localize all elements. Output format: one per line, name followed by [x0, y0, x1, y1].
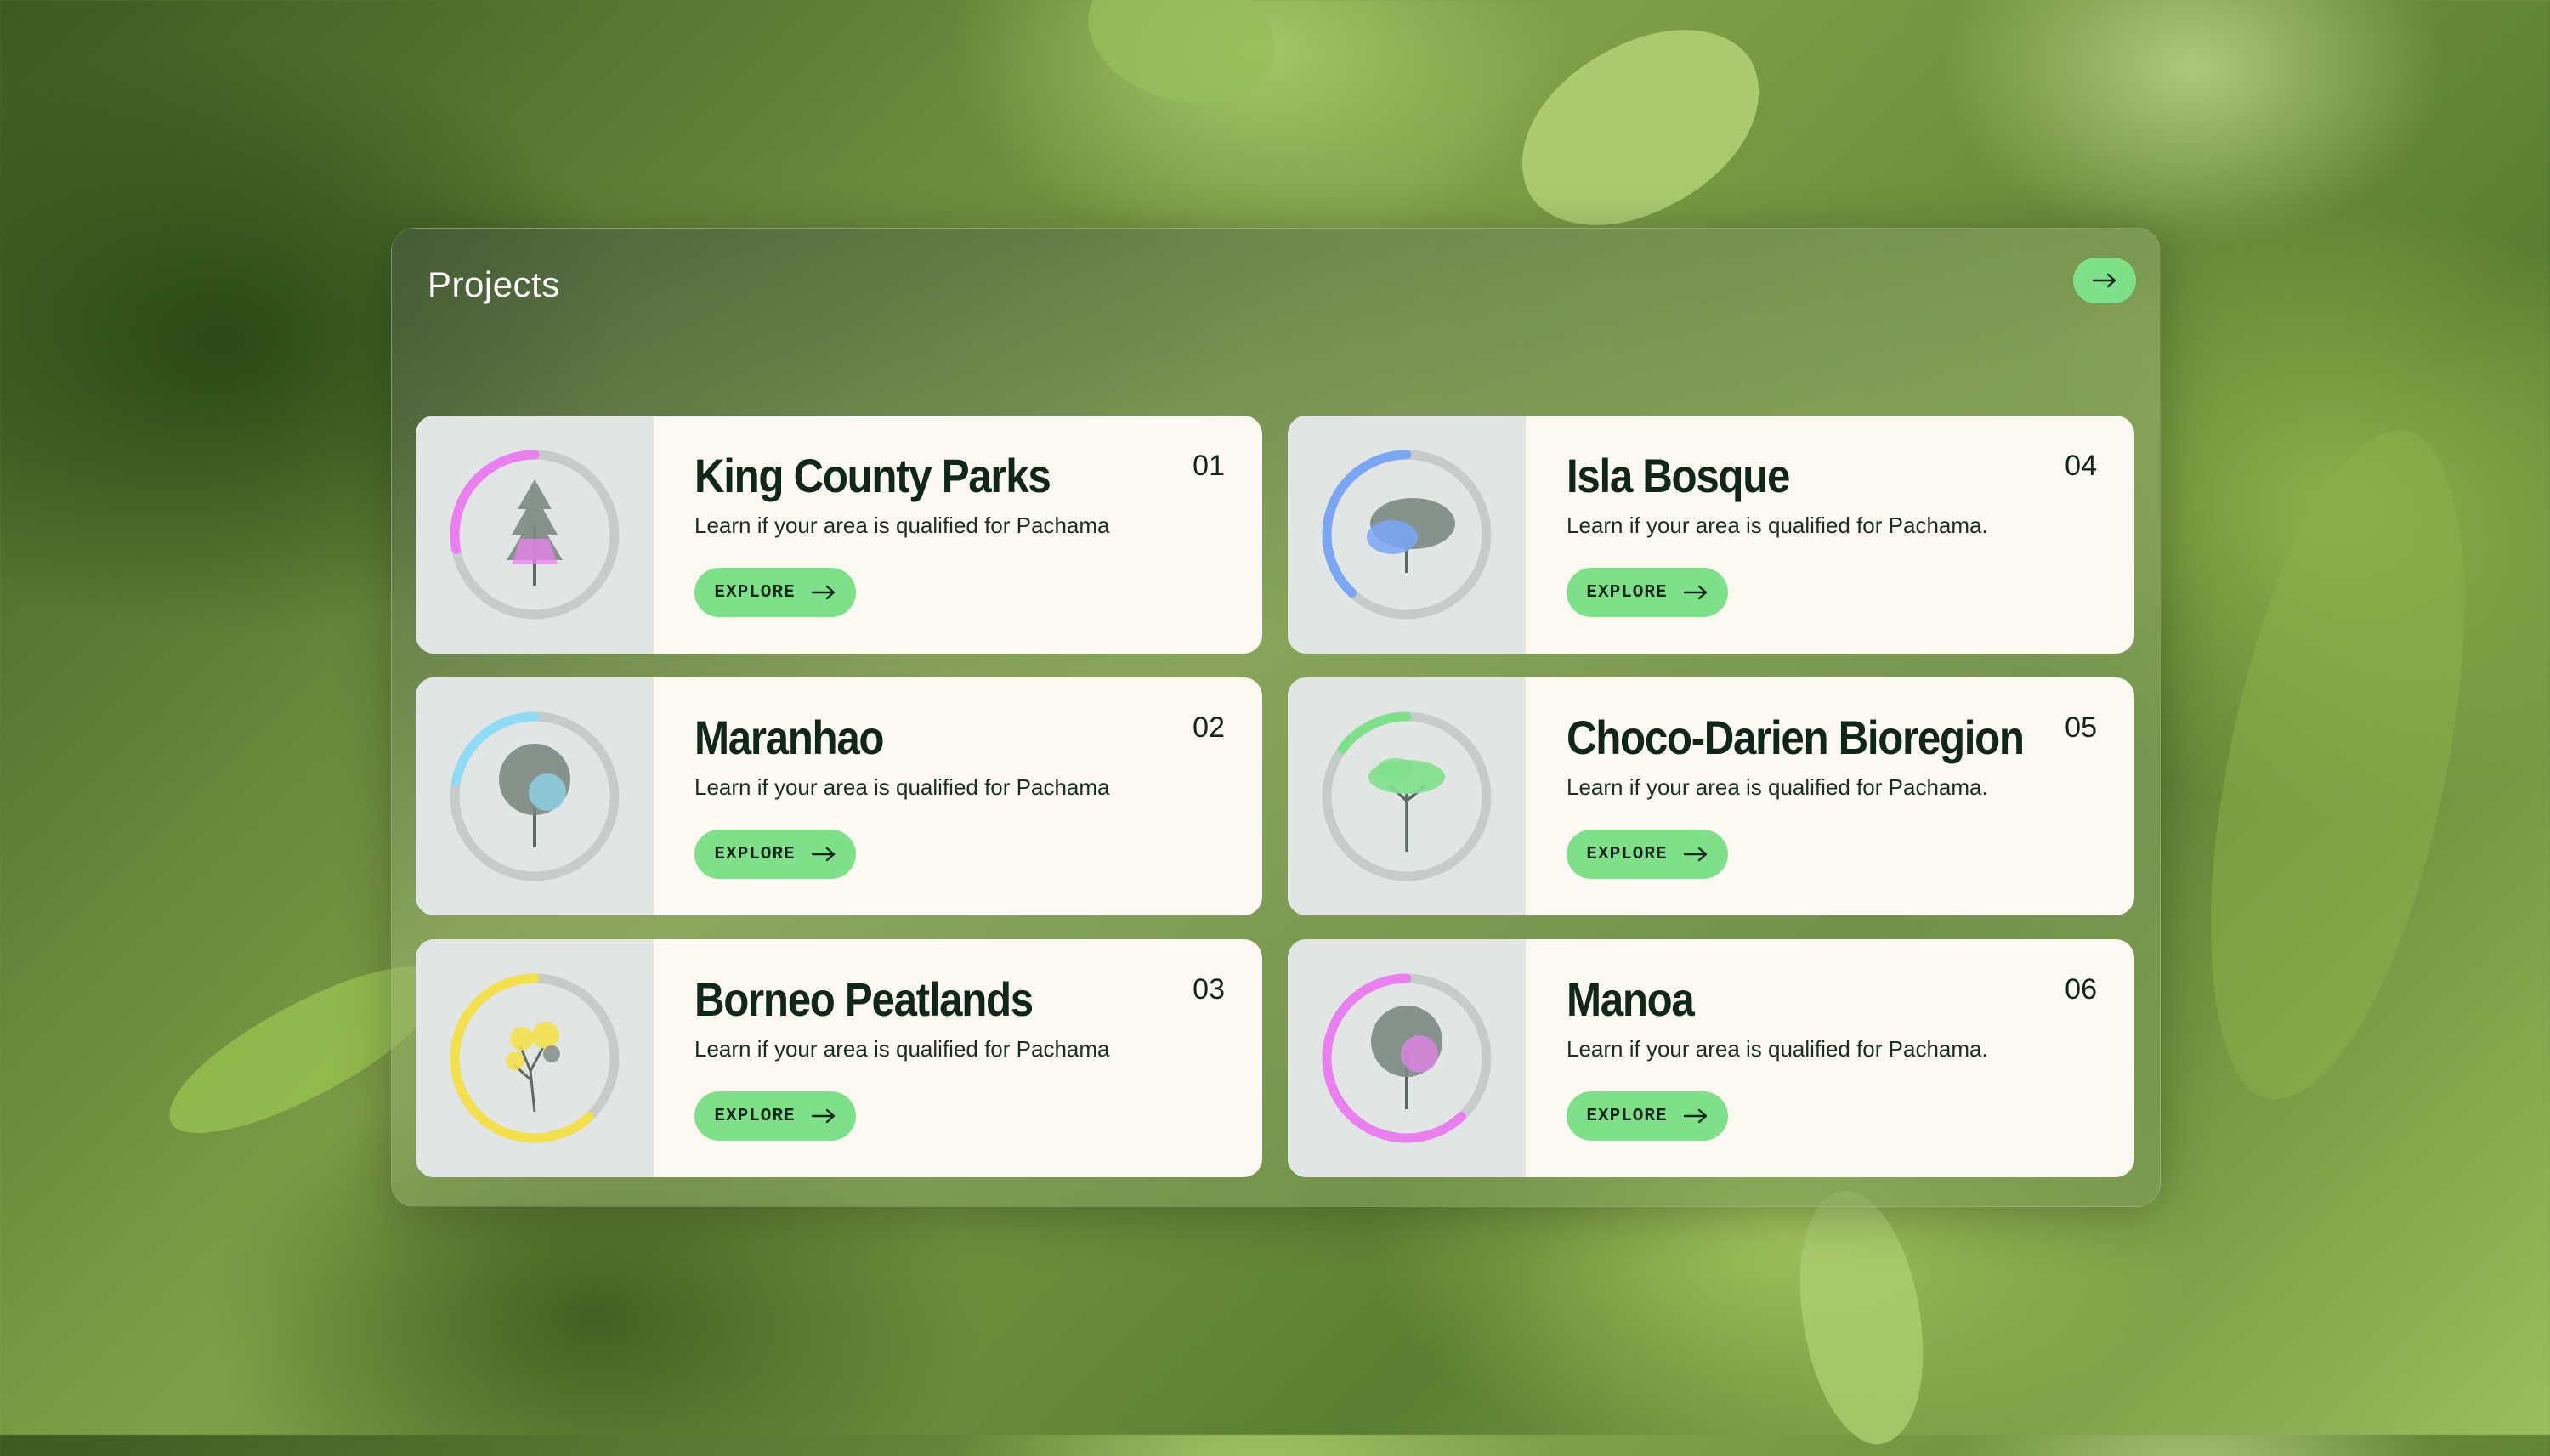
project-description: Learn if your area is qualified for Pach…	[1567, 513, 1988, 538]
project-card-01[interactable]: King County Parks 01 Learn if your area …	[416, 416, 1262, 654]
progress-ring	[1322, 711, 1492, 881]
projects-grid: King County Parks 01 Learn if your area …	[416, 416, 2134, 1177]
project-card-03[interactable]: Borneo Peatlands 03 Learn if your area i…	[416, 939, 1262, 1177]
background-leaf	[1066, 0, 1297, 140]
explore-button[interactable]: EXPLORE	[694, 568, 856, 617]
project-thumbnail	[416, 416, 654, 654]
project-number: 01	[1193, 450, 1225, 482]
panel-title: Projects	[428, 264, 560, 304]
project-card-body: Borneo Peatlands 03 Learn if your area i…	[654, 939, 1262, 1177]
project-number: 06	[2065, 973, 2097, 1006]
project-card-body: Maranhao 02 Learn if your area is qualif…	[654, 677, 1262, 915]
progress-ring	[450, 450, 620, 620]
project-number: 03	[1193, 973, 1225, 1006]
arrow-right-icon	[1683, 585, 1707, 600]
explore-button-label: EXPLORE	[1586, 844, 1668, 864]
project-card-body: Manoa 06 Learn if your area is qualified…	[1526, 939, 2134, 1177]
arrow-right-icon	[2092, 273, 2116, 288]
tree-icon	[1367, 498, 1455, 573]
arrow-right-icon	[811, 1108, 835, 1124]
explore-button-label: EXPLORE	[1586, 582, 1668, 603]
progress-ring	[450, 711, 620, 881]
project-card-body: King County Parks 01 Learn if your area …	[654, 416, 1262, 654]
arrow-right-icon	[811, 585, 835, 600]
explore-button-label: EXPLORE	[714, 1106, 796, 1126]
project-card-body: Choco-Darien Bioregion 05 Learn if your …	[1526, 677, 2134, 915]
progress-ring	[1322, 973, 1492, 1143]
explore-button-label: EXPLORE	[714, 582, 796, 603]
project-description: Learn if your area is qualified for Pach…	[694, 774, 1110, 800]
background-leaf	[1491, 3, 1790, 252]
explore-button[interactable]: EXPLORE	[1567, 568, 1728, 617]
project-description: Learn if your area is qualified for Pach…	[694, 1036, 1110, 1062]
tree-icon	[1368, 758, 1445, 852]
project-title: Maranhao	[694, 711, 885, 764]
project-description: Learn if your area is qualified for Pach…	[1567, 774, 1988, 800]
project-thumbnail	[1288, 677, 1526, 915]
project-thumbnail	[1288, 939, 1526, 1177]
projects-panel: Projects King County Parks 01 Learn if y…	[391, 228, 2161, 1207]
project-card-04[interactable]: Isla Bosque 04 Learn if your area is qua…	[1288, 416, 2134, 654]
project-thumbnail	[416, 677, 654, 915]
explore-button-label: EXPLORE	[714, 844, 796, 864]
project-title: Isla Bosque	[1567, 449, 1790, 502]
project-card-06[interactable]: Manoa 06 Learn if your area is qualified…	[1288, 939, 2134, 1177]
tree-icon	[506, 1022, 560, 1113]
explore-button-label: EXPLORE	[1586, 1106, 1668, 1126]
background-leaf	[1771, 1178, 1952, 1456]
tree-icon	[1371, 1006, 1442, 1109]
explore-button[interactable]: EXPLORE	[1567, 830, 1728, 879]
tree-icon	[499, 744, 570, 847]
arrow-right-icon	[1683, 847, 1707, 862]
project-title: Manoa	[1567, 972, 1695, 1026]
project-card-02[interactable]: Maranhao 02 Learn if your area is qualif…	[416, 677, 1262, 915]
project-title: Borneo Peatlands	[694, 972, 1034, 1026]
tree-icon	[507, 479, 563, 586]
project-title: Choco-Darien Bioregion	[1567, 711, 2025, 764]
project-number: 02	[1193, 711, 1225, 744]
arrow-right-icon	[1683, 1108, 1707, 1124]
explore-button[interactable]: EXPLORE	[1567, 1091, 1728, 1141]
project-card-body: Isla Bosque 04 Learn if your area is qua…	[1526, 416, 2134, 654]
project-description: Learn if your area is qualified for Pach…	[1567, 1036, 1988, 1062]
project-thumbnail	[416, 939, 654, 1177]
explore-button[interactable]: EXPLORE	[694, 830, 856, 879]
progress-ring	[450, 973, 620, 1143]
project-number: 05	[2065, 711, 2097, 744]
project-thumbnail	[1288, 416, 1526, 654]
panel-next-button[interactable]	[2073, 258, 2136, 303]
explore-button[interactable]: EXPLORE	[694, 1091, 856, 1141]
project-card-05[interactable]: Choco-Darien Bioregion 05 Learn if your …	[1288, 677, 2134, 915]
project-number: 04	[2065, 450, 2097, 482]
project-description: Learn if your area is qualified for Pach…	[694, 513, 1110, 538]
background-leaf	[2180, 412, 2495, 1118]
arrow-right-icon	[811, 847, 835, 862]
progress-ring	[1322, 450, 1492, 620]
project-title: King County Parks	[694, 449, 1051, 502]
